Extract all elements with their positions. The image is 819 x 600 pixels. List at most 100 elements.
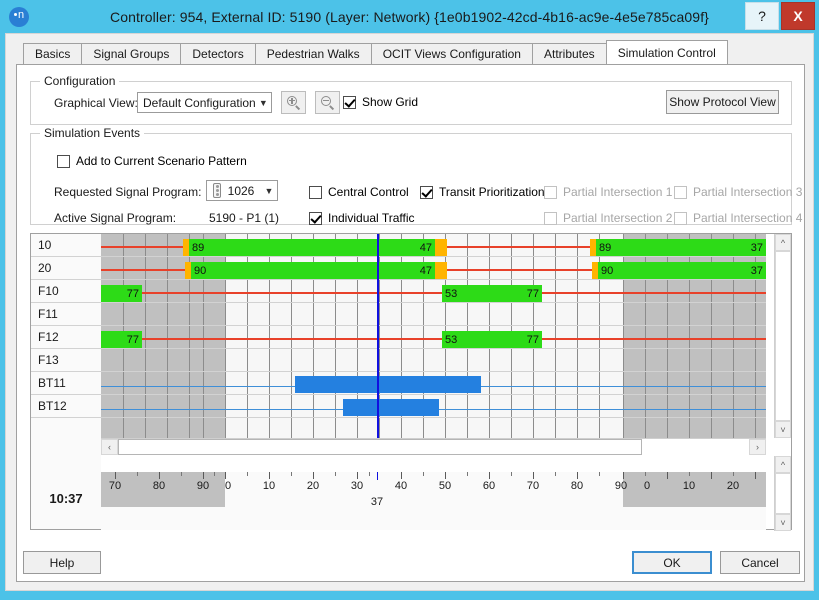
checkbox-box [309, 186, 322, 199]
bar-bt12-block [343, 399, 439, 416]
bar-20-red-mid [447, 269, 595, 271]
plot-canvas: 89 47 89 37 [101, 234, 766, 455]
plot-hscroll-thumb[interactable] [118, 439, 642, 455]
plot-vscroll-track[interactable] [775, 251, 791, 421]
bar-f10-red [142, 292, 442, 294]
axis-tick-label: 30 [351, 480, 363, 492]
requested-signal-program-value: 1026 [221, 184, 261, 198]
title-bar-buttons: ? X [745, 2, 815, 30]
close-button[interactable]: X [781, 2, 815, 30]
axis-vscroll-track[interactable] [775, 473, 791, 514]
bar-f12-red-2 [542, 338, 766, 340]
tab-ocit-views-configuration[interactable]: OCIT Views Configuration [371, 43, 533, 64]
bar-10-green-2: 89 37 [596, 239, 766, 256]
partial-intersection-3-label: Partial Intersection 3 [693, 185, 802, 199]
bar-f12-end-value-2: 77 [527, 334, 539, 346]
axis-tick-label: 0 [644, 480, 650, 492]
bar-10-start-value-2: 89 [599, 242, 611, 254]
bar-f12-green-2: 53 77 [442, 331, 542, 348]
add-to-scenario-pattern-label: Add to Current Scenario Pattern [76, 154, 247, 168]
bar-f10-green-1: 77 [101, 285, 142, 302]
axis-tick-label: 90 [615, 480, 627, 492]
show-protocol-view-button[interactable]: Show Protocol View [666, 90, 779, 114]
tab-pedestrian-walks[interactable]: Pedestrian Walks [255, 43, 372, 64]
tab-page-simulation-control: Configuration Graphical View: Default Co… [16, 64, 805, 582]
time-axis-canvas: 70 80 90 0 10 20 30 40 50 60 70 80 90 0 [101, 472, 766, 530]
cancel-button[interactable]: Cancel [720, 551, 800, 574]
help-titlebar-button[interactable]: ? [745, 2, 779, 30]
scroll-right-button[interactable]: › [749, 439, 766, 455]
bar-f12-start-value-2: 53 [445, 334, 457, 346]
checkbox-box [544, 212, 557, 225]
tab-attributes[interactable]: Attributes [532, 43, 607, 64]
bar-20-green-2: 90 37 [598, 262, 766, 279]
partial-intersection-3-checkbox[interactable]: Partial Intersection 3 [674, 185, 802, 199]
zoom-out-icon [321, 96, 334, 109]
bar-20-end-value-2: 37 [751, 265, 763, 277]
scroll-left-button[interactable]: ‹ [101, 439, 118, 455]
bar-f10-red-2 [542, 292, 766, 294]
graphical-view-select[interactable]: Default Configuration ▼ [137, 92, 272, 113]
requested-signal-program-label: Requested Signal Program: [54, 185, 201, 199]
ok-button[interactable]: OK [632, 551, 712, 574]
row-label-f10: F10 [31, 280, 101, 303]
partial-intersection-1-checkbox[interactable]: Partial Intersection 1 [544, 185, 672, 199]
bar-f10-start-value-2: 53 [445, 288, 457, 300]
partial-intersection-2-label: Partial Intersection 2 [563, 211, 672, 225]
zoom-in-button[interactable] [281, 91, 306, 114]
application-window: Controller: 954, External ID: 5190 (Laye… [0, 0, 819, 600]
requested-signal-program-select[interactable]: 1026 ▼ [206, 180, 278, 201]
checkbox-box [57, 155, 70, 168]
tab-simulation-control[interactable]: Simulation Control [606, 40, 728, 64]
app-icon [9, 7, 29, 27]
show-grid-checkbox[interactable]: Show Grid [343, 95, 418, 109]
central-control-checkbox[interactable]: Central Control [309, 185, 409, 199]
row-label-f11: F11 [31, 303, 101, 326]
axis-tick-label: 70 [527, 480, 539, 492]
partial-intersection-4-label: Partial Intersection 4 [693, 211, 802, 225]
tab-basics[interactable]: Basics [23, 43, 82, 64]
checkbox-box [309, 212, 322, 225]
checkbox-box [674, 212, 687, 225]
bar-20-end-value: 47 [420, 265, 432, 277]
simulation-clock: 10:37 [31, 467, 101, 529]
bar-f12-green-1: 77 [101, 331, 142, 348]
configuration-legend: Configuration [40, 74, 119, 88]
bar-20-amber-end [435, 262, 447, 279]
chevron-down-icon: ▼ [261, 186, 277, 196]
add-to-scenario-pattern-checkbox[interactable]: Add to Current Scenario Pattern [57, 154, 247, 168]
plot-vertical-scrollbar[interactable]: ^ ˅ [774, 234, 791, 438]
bar-10-green-1: 89 47 [189, 239, 435, 256]
zoom-in-icon [287, 96, 300, 109]
individual-traffic-checkbox[interactable]: Individual Traffic [309, 211, 415, 225]
active-signal-program-value: 5190 - P1 (1) [209, 211, 279, 225]
tab-signal-groups[interactable]: Signal Groups [81, 43, 181, 64]
cursor-time-label: 37 [371, 496, 383, 508]
configuration-group: Configuration Graphical View: Default Co… [30, 81, 792, 125]
scroll-up-button[interactable]: ^ [775, 234, 791, 251]
tab-strip: Basics Signal Groups Detectors Pedestria… [23, 42, 727, 64]
signal-timing-chart: 10 20 F10 F11 F12 F13 BT11 BT12 10:37 [30, 233, 792, 530]
show-grid-label: Show Grid [362, 95, 418, 109]
plot-hscroll-track[interactable] [118, 439, 749, 455]
partial-intersection-2-checkbox[interactable]: Partial Intersection 2 [544, 211, 672, 225]
row-label-10: 10 [31, 234, 101, 257]
window-title: Controller: 954, External ID: 5190 (Laye… [0, 9, 819, 25]
plot-horizontal-scrollbar[interactable]: ‹ › [101, 438, 766, 455]
axis-scroll-down-button[interactable]: ˅ [775, 514, 791, 531]
bar-20-start-value: 90 [194, 265, 206, 277]
partial-intersection-4-checkbox[interactable]: Partial Intersection 4 [674, 211, 802, 225]
zoom-out-button[interactable] [315, 91, 340, 114]
time-cursor [377, 234, 379, 455]
axis-tick-label: 80 [153, 480, 165, 492]
axis-tick-label: 10 [683, 480, 695, 492]
bar-f10-green-2: 53 77 [442, 285, 542, 302]
tab-detectors[interactable]: Detectors [180, 43, 255, 64]
axis-vertical-scrollbar[interactable]: ^ ˅ [774, 456, 791, 531]
traffic-light-icon [213, 183, 221, 198]
help-button[interactable]: Help [23, 551, 101, 574]
transit-prioritization-checkbox[interactable]: Transit Prioritization [420, 185, 545, 199]
plot-area[interactable]: 89 47 89 37 [101, 234, 766, 455]
scroll-down-button[interactable]: ˅ [775, 421, 791, 438]
axis-scroll-up-button[interactable]: ^ [775, 456, 791, 473]
